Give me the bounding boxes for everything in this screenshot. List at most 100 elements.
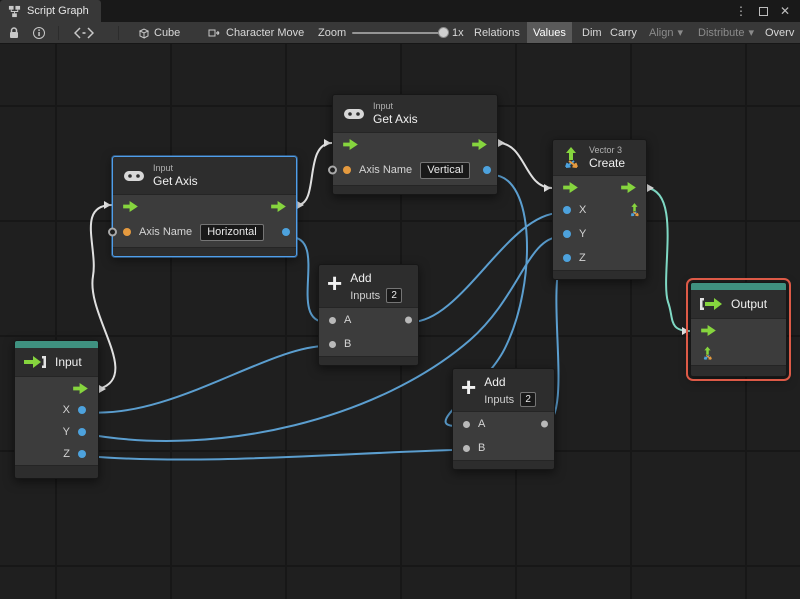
wire-getaxis-horizontal-to-vertical[interactable] <box>296 142 333 206</box>
chevron-down-icon: ▾ <box>677 27 683 39</box>
relations-label: Relations <box>474 26 520 39</box>
node-add-2[interactable]: + Add Inputs 2 A B <box>452 368 555 470</box>
control-output-port[interactable] <box>271 201 286 212</box>
overview-button[interactable]: Overv <box>759 22 800 43</box>
node-title: Get Axis <box>373 112 418 126</box>
zoom-to-fit-button[interactable] <box>68 22 100 43</box>
lock-button[interactable] <box>2 22 26 43</box>
value-input-port-a[interactable] <box>329 316 336 324</box>
breadcrumb-cube[interactable]: Cube <box>132 22 186 43</box>
node-graph-input[interactable]: Input X Y Z <box>14 340 99 479</box>
relations-button[interactable]: Relations <box>468 22 526 43</box>
unconnected-port-indicator[interactable] <box>108 227 117 237</box>
string-port-dot[interactable] <box>123 228 131 236</box>
value-input-port-a[interactable] <box>463 420 470 428</box>
value-input-port-b[interactable] <box>329 340 336 348</box>
vector3-icon <box>561 146 581 170</box>
wire-getaxis-vertical-to-vector3[interactable] <box>497 142 553 189</box>
node-add-1[interactable]: + Add Inputs 2 A B <box>318 264 419 366</box>
port-z-label: Z <box>63 448 70 460</box>
zoom-label: Zoom <box>318 26 347 39</box>
sum-output-port[interactable] <box>541 420 548 428</box>
fit-icon <box>74 27 94 39</box>
plus-icon: + <box>461 372 477 402</box>
io-node-header-strip <box>691 283 786 290</box>
maximize-icon[interactable] <box>758 6 768 16</box>
toolbar-separator <box>118 26 119 40</box>
float-output-port[interactable] <box>282 228 290 236</box>
node-title: Output <box>731 297 768 311</box>
toolbar-separator <box>58 26 59 40</box>
x-output-port[interactable] <box>78 406 86 414</box>
control-input-port[interactable] <box>701 325 716 336</box>
values-button[interactable]: Values <box>527 22 572 43</box>
script-machine-icon <box>208 27 222 39</box>
close-icon[interactable]: ✕ <box>780 4 790 18</box>
node-get-axis-vertical[interactable]: Input Get Axis Axis Name Vertical <box>328 94 498 195</box>
control-input-port[interactable] <box>123 201 138 212</box>
wire-add1-to-vector3-x[interactable] <box>410 212 561 323</box>
info-icon <box>32 26 46 40</box>
wire-arrowhead <box>104 201 111 209</box>
y-input-port[interactable] <box>563 230 571 238</box>
dim-button[interactable]: Dim <box>576 22 608 43</box>
panel-menu-icon[interactable]: ⋮ <box>735 4 747 18</box>
param-label: Axis Name <box>359 164 413 176</box>
inputs-label: Inputs <box>350 289 381 302</box>
port-x-label: X <box>579 204 587 216</box>
info-button[interactable] <box>26 22 52 43</box>
float-output-port[interactable] <box>483 166 491 174</box>
node-get-axis-horizontal[interactable]: Input Get Axis Axis Name Horizontal <box>108 156 297 257</box>
node-vector3-create[interactable]: Vector 3 Create X Y Z <box>552 139 647 280</box>
chevron-down-icon: ▾ <box>748 27 754 39</box>
wire-vector3-to-output[interactable] <box>646 187 691 332</box>
distribute-label: Distribute <box>698 26 745 39</box>
value-input-port-b[interactable] <box>463 444 470 452</box>
tab-title: Script Graph <box>27 5 89 17</box>
node-graph-output[interactable]: Output <box>686 278 791 381</box>
string-port-dot[interactable] <box>343 166 351 174</box>
wire-arrowhead <box>682 327 689 335</box>
port-x-label: X <box>62 404 70 416</box>
carry-button[interactable]: Carry <box>604 22 643 43</box>
zoom-slider-track[interactable] <box>352 32 448 34</box>
graph-canvas[interactable]: Input Get Axis Axis Name Vertical Input <box>0 44 800 599</box>
zoom-slider-handle[interactable] <box>438 27 449 38</box>
wire-arrowhead <box>99 385 106 393</box>
vector3-input-port-icon[interactable] <box>701 346 714 361</box>
graph-toolbar: Cube Character Move Zoom 1x Relations Va… <box>0 22 800 44</box>
wire-input-z-to-add2-b[interactable] <box>85 449 457 461</box>
control-input-port[interactable] <box>563 182 578 193</box>
breadcrumb-character-move[interactable]: Character Move <box>202 22 310 43</box>
control-output-port[interactable] <box>73 383 88 394</box>
inputs-count-field[interactable]: 2 <box>520 392 537 407</box>
control-input-port[interactable] <box>343 139 358 150</box>
node-title: Create <box>589 156 626 170</box>
window-controls: ⋮ ✕ <box>735 0 800 22</box>
zoom-value: 1x <box>452 26 464 39</box>
control-output-port[interactable] <box>472 139 487 150</box>
wire-input-x-to-add1-b[interactable] <box>85 345 327 414</box>
axis-name-field[interactable]: Horizontal <box>200 223 264 241</box>
wire-arrowhead <box>498 139 505 147</box>
node-title: Input <box>55 355 82 369</box>
distribute-dropdown[interactable]: Distribute ▾ <box>692 22 760 43</box>
wire-arrowhead <box>544 184 551 192</box>
param-label: Axis Name <box>139 226 193 238</box>
values-label: Values <box>533 26 566 39</box>
plus-icon: + <box>327 268 343 298</box>
unconnected-port-indicator[interactable] <box>328 165 337 175</box>
sum-output-port[interactable] <box>405 316 412 324</box>
vector3-output-port-icon[interactable] <box>628 203 641 218</box>
inputs-count-field[interactable]: 2 <box>386 288 403 303</box>
axis-name-field[interactable]: Vertical <box>420 161 471 179</box>
y-output-port[interactable] <box>78 428 86 436</box>
align-dropdown[interactable]: Align ▾ <box>643 22 689 43</box>
z-output-port[interactable] <box>78 450 86 458</box>
x-input-port[interactable] <box>563 206 571 214</box>
control-output-port[interactable] <box>621 182 636 193</box>
tab-script-graph[interactable]: Script Graph <box>0 0 101 22</box>
dim-label: Dim <box>582 26 602 39</box>
z-input-port[interactable] <box>563 254 571 262</box>
port-z-label: Z <box>579 252 586 264</box>
